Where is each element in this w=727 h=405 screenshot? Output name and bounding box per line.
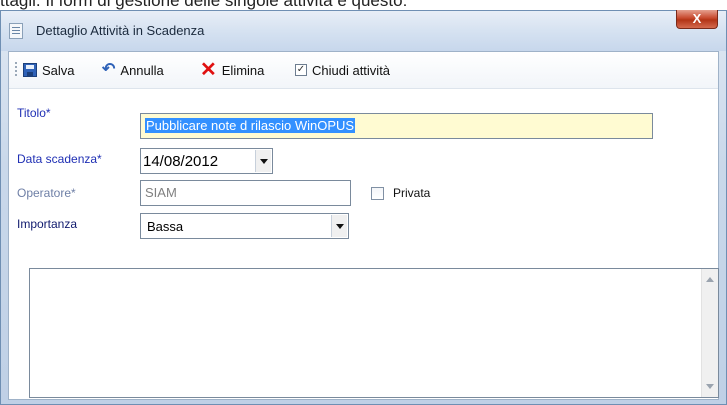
titolo-value: Pubblicare note d rilascio WinOPUS (145, 118, 356, 133)
delete-label: Elimina (221, 62, 265, 78)
delete-button[interactable]: ✕ Elimina (200, 59, 265, 81)
cancel-button[interactable]: ↶ Annulla (102, 61, 164, 79)
undo-icon: ↶ (102, 61, 116, 78)
dialog-window: Dettaglio Attività in Scadenza X Salva ↶… (0, 10, 727, 405)
delete-icon: ✕ (200, 59, 217, 81)
data-scadenza-value: 14/08/2012 (143, 153, 219, 170)
cancel-label: Annulla (120, 62, 164, 78)
save-label: Salva (42, 62, 75, 78)
form-client-area: Salva ↶ Annulla ✕ Elimina ✓ Chiudi attiv… (8, 51, 719, 400)
checkbox-icon: ✓ (295, 64, 307, 76)
titolo-label: Titolo* (17, 106, 51, 120)
operatore-value: SIAM (145, 185, 177, 200)
save-icon (23, 63, 37, 77)
vertical-scrollbar[interactable] (701, 269, 718, 397)
operatore-label: Operatore* (17, 186, 76, 200)
notes-textarea[interactable] (29, 268, 719, 398)
titolo-input[interactable]: Pubblicare note d rilascio WinOPUS (140, 113, 653, 139)
close-button[interactable]: X (676, 10, 718, 29)
dropdown-arrow-icon[interactable] (255, 150, 271, 172)
document-icon (9, 23, 23, 39)
scroll-up-icon[interactable] (706, 277, 714, 282)
title-bar[interactable]: Dettaglio Attività in Scadenza X (1, 10, 726, 51)
scroll-down-icon[interactable] (706, 384, 714, 389)
toolbar-grip[interactable] (15, 62, 17, 78)
importanza-value: Bassa (147, 219, 184, 234)
close-activity-label: Chiudi attività (312, 62, 391, 78)
toolbar: Salva ↶ Annulla ✕ Elimina ✓ Chiudi attiv… (9, 52, 718, 89)
save-button[interactable]: Salva (23, 61, 75, 79)
operatore-input[interactable]: SIAM (140, 180, 351, 206)
importanza-label: Importanza (17, 217, 78, 231)
privata-label: Privata (393, 186, 431, 200)
importanza-select[interactable]: Bassa (140, 213, 349, 239)
data-scadenza-label: Data scadenza* (17, 152, 102, 166)
dropdown-arrow-icon[interactable] (331, 215, 347, 237)
window-title: Dettaglio Attività in Scadenza (36, 23, 205, 38)
privata-checkbox[interactable] (371, 187, 384, 200)
data-scadenza-picker[interactable]: 14/08/2012 (140, 148, 273, 174)
close-activity-button[interactable]: ✓ Chiudi attività (295, 61, 390, 79)
